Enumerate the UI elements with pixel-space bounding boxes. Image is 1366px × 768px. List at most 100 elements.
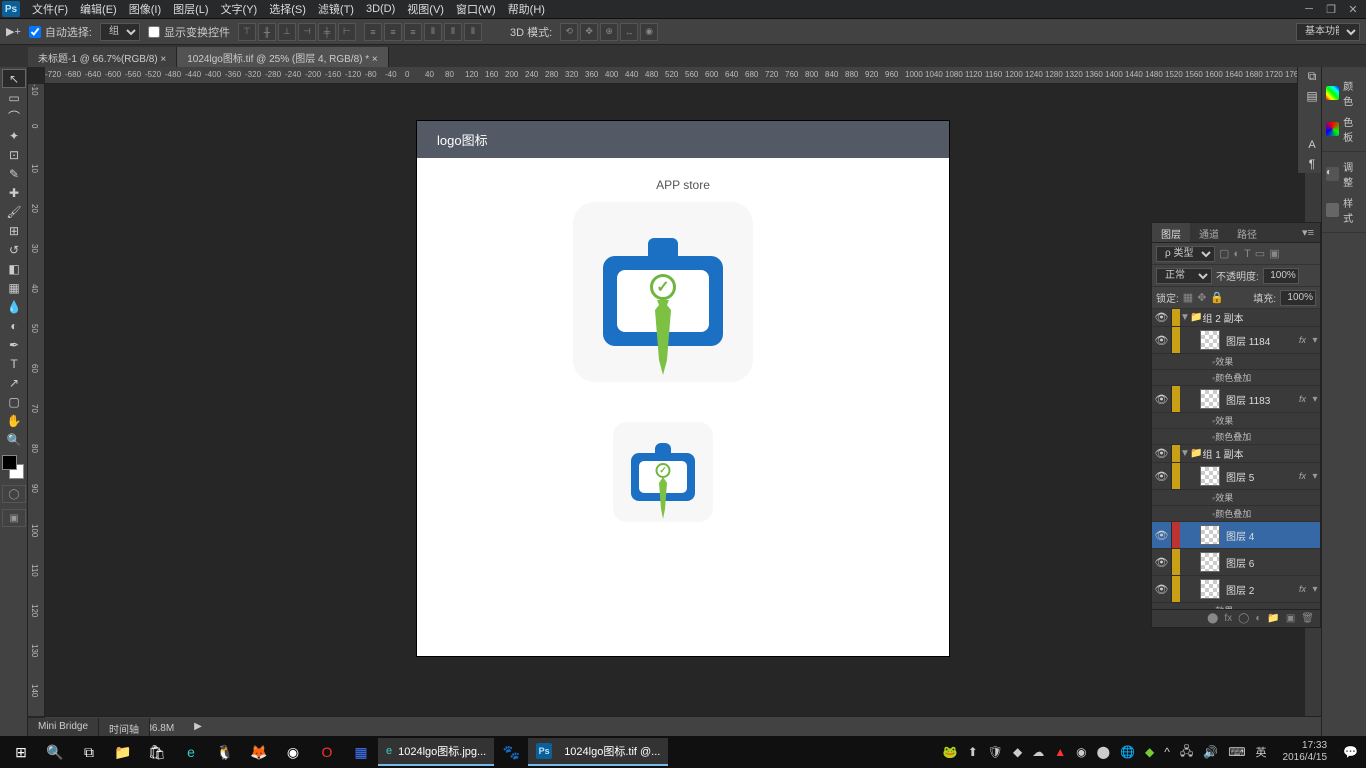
layer-group-2[interactable]: 👁▼📁组 2 副本: [1152, 309, 1320, 327]
3d-slide-icon[interactable]: ↔: [620, 23, 638, 41]
tray-icon[interactable]: ▲: [1054, 745, 1066, 759]
visibility-toggle[interactable]: 👁: [1152, 309, 1172, 326]
menu-help[interactable]: 帮助(H): [502, 0, 551, 19]
3d-orbit-icon[interactable]: ⟲: [560, 23, 578, 41]
opacity-input[interactable]: [1263, 268, 1299, 284]
tray-up-icon[interactable]: ^: [1164, 745, 1170, 759]
link-icon[interactable]: ⬤: [1207, 613, 1218, 624]
layer-2[interactable]: 👁图层 2fx▾: [1152, 576, 1320, 603]
clock[interactable]: 17:332016/4/15: [1277, 740, 1334, 764]
filter-adj-icon[interactable]: ◐: [1233, 248, 1240, 260]
filter-type-icon[interactable]: T: [1244, 248, 1251, 260]
menu-edit[interactable]: 编辑(E): [74, 0, 123, 19]
tray-icon[interactable]: ☁: [1032, 745, 1044, 759]
menu-filter[interactable]: 滤镜(T): [312, 0, 360, 19]
align-top-icon[interactable]: ⊤: [238, 23, 256, 41]
menu-image[interactable]: 图像(I): [123, 0, 167, 19]
menu-select[interactable]: 选择(S): [263, 0, 312, 19]
dock-char[interactable]: A: [1300, 135, 1324, 154]
dock-swatches[interactable]: 色板: [1322, 111, 1366, 147]
visibility-toggle[interactable]: 👁: [1152, 522, 1172, 548]
screen-mode[interactable]: ▣: [2, 509, 26, 527]
panel-menu-icon[interactable]: ▾≡: [1296, 223, 1320, 242]
blend-mode[interactable]: 正常: [1156, 268, 1212, 284]
align-vcenter-icon[interactable]: ╫: [258, 23, 276, 41]
fx-row[interactable]: ◦ 效果: [1152, 413, 1320, 429]
layer-1183[interactable]: 👁图层 1183fx▾: [1152, 386, 1320, 413]
ime-indicator[interactable]: ⌨: [1228, 745, 1245, 759]
ruler-vertical[interactable]: -100102030405060708090100110120130140150: [28, 84, 45, 716]
tray-icon[interactable]: ⬤: [1097, 745, 1110, 759]
heal-tool[interactable]: ✚: [2, 183, 26, 202]
tab-doc-2[interactable]: 1024lgo图标.tif @ 25% (图层 4, RGB/8) * ×: [177, 47, 389, 67]
3d-zoom-icon[interactable]: ⊕: [600, 23, 618, 41]
firefox-icon[interactable]: 🦊: [242, 736, 276, 768]
tray-shield-icon[interactable]: 🛡: [988, 745, 1003, 759]
dock-color[interactable]: 颜色: [1322, 75, 1366, 111]
wand-tool[interactable]: ✦: [2, 126, 26, 145]
task-ie[interactable]: e1024lgo图标.jpg...: [378, 738, 494, 766]
visibility-toggle[interactable]: 👁: [1152, 463, 1172, 489]
fx-overlay-row[interactable]: ◦ 颜色叠加: [1152, 429, 1320, 445]
align-hcenter-icon[interactable]: ╪: [318, 23, 336, 41]
dock-history[interactable]: ⧉: [1300, 67, 1324, 86]
tray-icon[interactable]: 🐸: [943, 745, 958, 759]
dock-adjustments[interactable]: ◐调整: [1322, 156, 1366, 192]
color-picker[interactable]: [2, 455, 26, 479]
fx-overlay-row[interactable]: ◦ 颜色叠加: [1152, 506, 1320, 522]
marquee-tool[interactable]: ▭: [2, 88, 26, 107]
status-arrow-icon[interactable]: ▶: [194, 721, 202, 732]
visibility-toggle[interactable]: 👁: [1152, 445, 1172, 462]
notifications-icon[interactable]: 💬: [1343, 745, 1358, 759]
type-tool[interactable]: T: [2, 354, 26, 373]
dist-1-icon[interactable]: ≡: [364, 23, 382, 41]
mask-icon[interactable]: ◯: [1238, 613, 1249, 624]
dock-para[interactable]: ¶: [1300, 154, 1324, 173]
dock-styles[interactable]: 样式: [1322, 192, 1366, 228]
taskview-button[interactable]: ⧉: [72, 736, 106, 768]
minimize-button[interactable]: ─: [1298, 1, 1320, 17]
tray-icon[interactable]: 🌐: [1120, 745, 1135, 759]
app-icon[interactable]: ▦: [344, 736, 378, 768]
filter-img-icon[interactable]: ▢: [1219, 247, 1229, 260]
ime-lang[interactable]: 英: [1256, 744, 1267, 760]
tab-doc-1[interactable]: 未标题-1 @ 66.7%(RGB/8) ×: [28, 47, 177, 67]
crop-tool[interactable]: ⊡: [2, 145, 26, 164]
layer-5[interactable]: 👁图层 5fx▾: [1152, 463, 1320, 490]
dist-3-icon[interactable]: ≡: [404, 23, 422, 41]
tray-icon[interactable]: ⬆: [968, 745, 978, 759]
tab-timeline[interactable]: 时间轴: [99, 718, 150, 736]
menu-view[interactable]: 视图(V): [401, 0, 450, 19]
explorer-icon[interactable]: 📁: [106, 736, 140, 768]
visibility-toggle[interactable]: 👁: [1152, 327, 1172, 353]
3d-pan-icon[interactable]: ✥: [580, 23, 598, 41]
tray-icon[interactable]: ◆: [1013, 745, 1022, 759]
auto-select-target[interactable]: 组: [100, 23, 140, 41]
chrome-icon[interactable]: ◉: [276, 736, 310, 768]
fill-adj-icon[interactable]: ◐: [1255, 613, 1261, 624]
tab-paths[interactable]: 路径: [1228, 223, 1266, 242]
workspace-preset[interactable]: 基本功能: [1296, 23, 1360, 41]
blur-tool[interactable]: 💧: [2, 297, 26, 316]
tray-volume-icon[interactable]: 🔊: [1203, 745, 1218, 759]
pen-tool[interactable]: ✒: [2, 335, 26, 354]
menu-window[interactable]: 窗口(W): [450, 0, 502, 19]
dist-4-icon[interactable]: ⦀: [424, 23, 442, 41]
layer-filter-kind[interactable]: ρ 类型: [1156, 246, 1215, 262]
fx-overlay-row[interactable]: ◦ 颜色叠加: [1152, 370, 1320, 386]
fx-icon[interactable]: fx: [1224, 613, 1232, 624]
history-brush-tool[interactable]: ↺: [2, 240, 26, 259]
edge-icon[interactable]: e: [174, 736, 208, 768]
menu-3d[interactable]: 3D(D): [360, 1, 401, 17]
eraser-tool[interactable]: ◧: [2, 259, 26, 278]
close-button[interactable]: ✕: [1342, 1, 1364, 17]
brush-tool[interactable]: 🖌: [2, 202, 26, 221]
ruler-horizontal[interactable]: -720-680-640-600-560-520-480-440-400-360…: [45, 67, 1321, 84]
layer-group-1[interactable]: 👁▼📁组 1 副本: [1152, 445, 1320, 463]
layer-1184[interactable]: 👁图层 1184fx▾: [1152, 327, 1320, 354]
stamp-tool[interactable]: ⊞: [2, 221, 26, 240]
store-icon[interactable]: 🛍: [140, 736, 174, 768]
tray-icon[interactable]: ◆: [1145, 745, 1154, 759]
fx-row[interactable]: ◦ 效果: [1152, 354, 1320, 370]
align-bottom-icon[interactable]: ⊥: [278, 23, 296, 41]
